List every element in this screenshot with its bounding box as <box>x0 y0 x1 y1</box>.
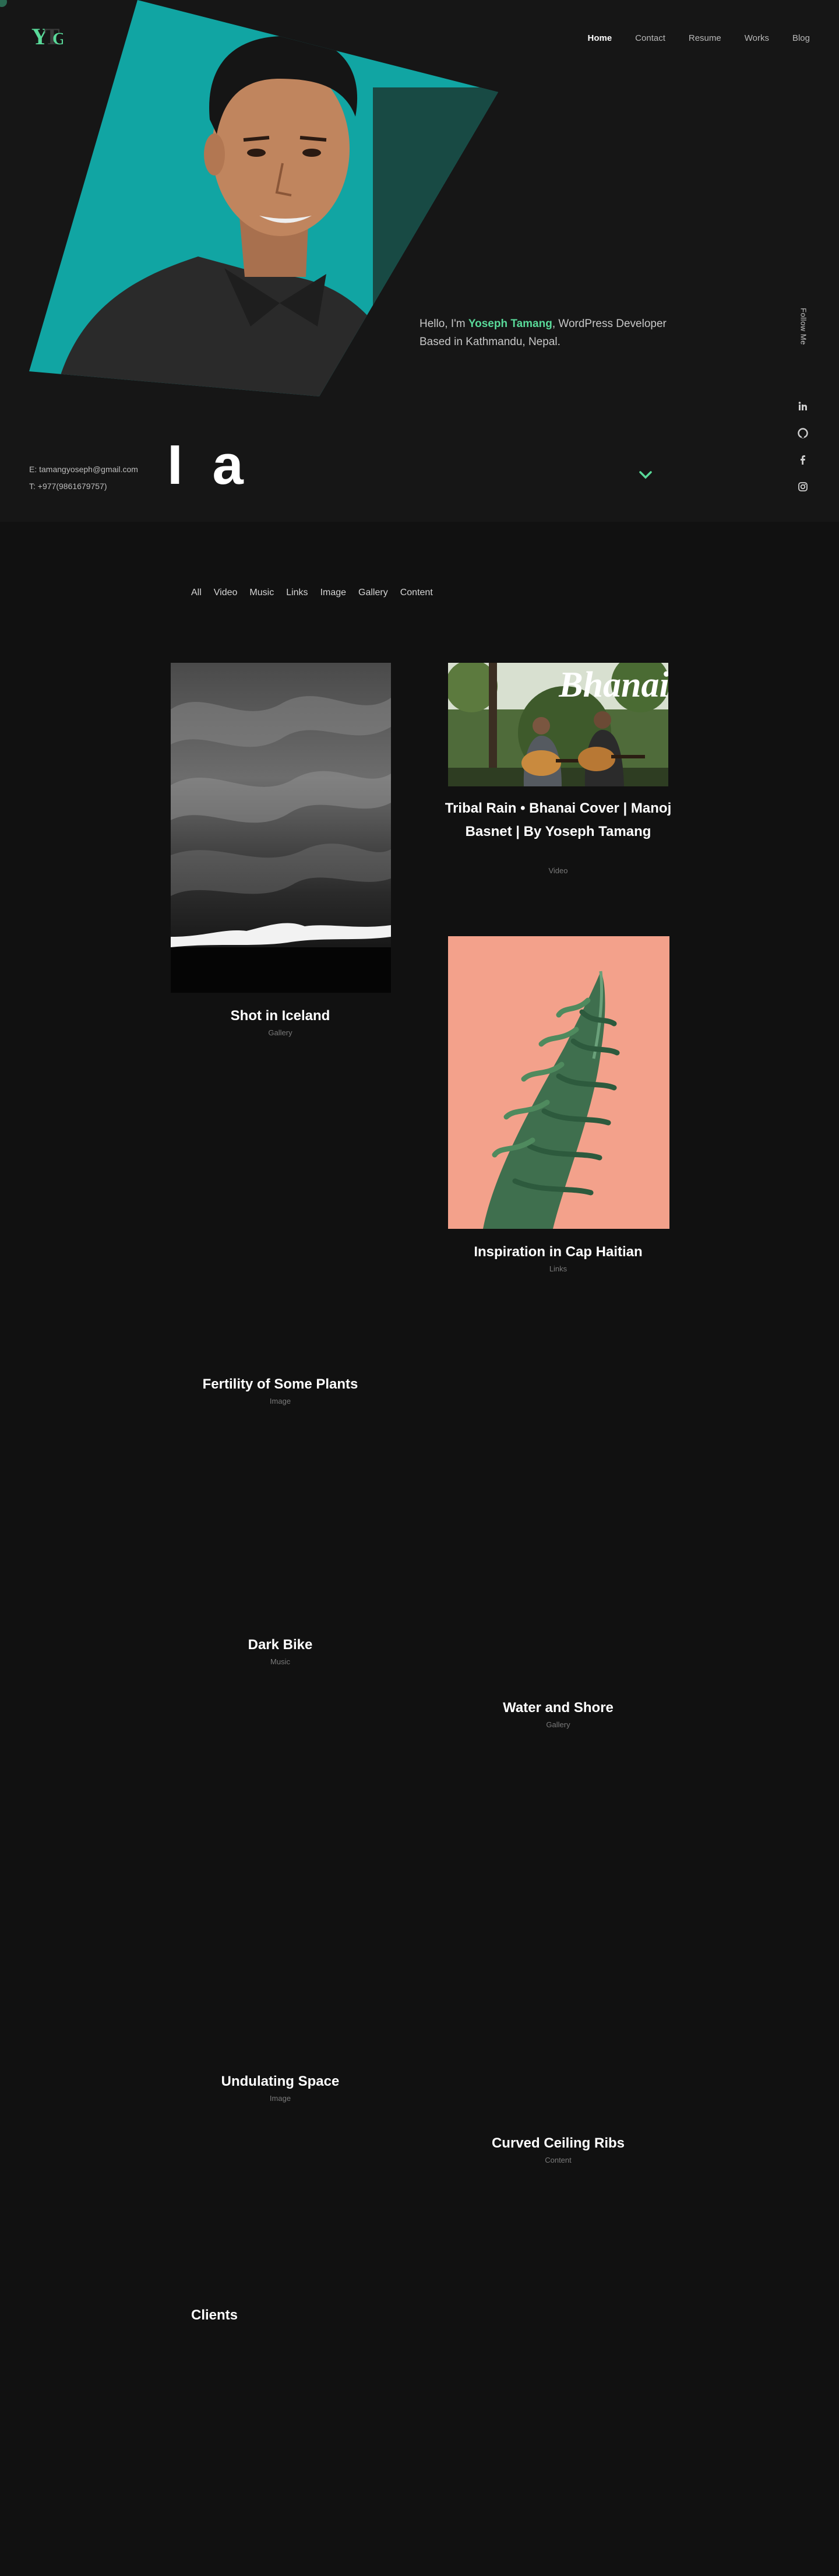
scroll-down-icon[interactable] <box>638 469 653 481</box>
nav-works[interactable]: Works <box>745 33 769 43</box>
work-category: Gallery <box>546 1720 570 1729</box>
intro-name: Yoseph Tamang <box>468 318 552 330</box>
work-category: Music <box>270 1657 290 1666</box>
follow-me-text: Follow Me <box>799 308 808 345</box>
nav-home[interactable]: Home <box>587 33 612 43</box>
facebook-icon[interactable] <box>796 454 809 466</box>
filter-image[interactable]: Image <box>320 588 346 598</box>
svg-text:G: G <box>52 29 63 48</box>
intro-prefix: Hello, I'm <box>420 318 468 330</box>
work-title[interactable]: Shot in Iceland <box>164 1004 397 1028</box>
filter-all[interactable]: All <box>191 588 202 598</box>
nav-resume[interactable]: Resume <box>689 33 721 43</box>
work-thumbnail-iceland[interactable] <box>171 663 391 993</box>
thumbnail-title-text: Bhanai <box>558 665 668 705</box>
filter-content[interactable]: Content <box>400 588 433 598</box>
linkedin-icon[interactable] <box>796 400 809 413</box>
hero-typed-text: I a <box>167 434 251 496</box>
github-icon[interactable] <box>796 427 809 440</box>
work-title[interactable]: Tribal Rain • Bhanai Cover | Manoj Basne… <box>442 797 675 844</box>
work-category: Links <box>549 1264 567 1273</box>
filter-gallery[interactable]: Gallery <box>358 588 388 598</box>
work-title[interactable]: Fertility of Some Plants <box>164 1373 397 1396</box>
work-title[interactable]: Inspiration in Cap Haitian <box>442 1240 675 1264</box>
work-category: Image <box>269 2094 291 2103</box>
portfolio-filters: All Video Music Links Image Gallery Cont… <box>191 588 433 598</box>
work-category: Content <box>545 2156 572 2164</box>
work-title[interactable]: Curved Ceiling Ribs <box>442 2132 675 2155</box>
work-category: Gallery <box>268 1028 292 1037</box>
filter-video[interactable]: Video <box>214 588 238 598</box>
hero-section: Y T G Home Contact Resume Works Blog Hel… <box>0 0 839 522</box>
work-category: Image <box>269 1397 291 1405</box>
contact-phone[interactable]: T: +977(9861679757) <box>29 482 107 491</box>
work-category: Video <box>548 866 568 875</box>
filter-music[interactable]: Music <box>249 588 274 598</box>
intro-text: Hello, I'm Yoseph Tamang, WordPress Deve… <box>420 315 693 351</box>
contact-email[interactable]: E: tamangyoseph@gmail.com <box>29 465 138 474</box>
work-thumbnail-bhanai[interactable]: Bhanai <box>448 663 668 786</box>
work-title[interactable]: Dark Bike <box>164 1633 397 1657</box>
main-nav: Home Contact Resume Works Blog <box>587 33 810 43</box>
work-thumbnail-cap-haitian[interactable] <box>448 936 669 1229</box>
work-title[interactable]: Undulating Space <box>164 2070 397 2093</box>
site-logo[interactable]: Y T G <box>31 22 63 48</box>
clients-heading: Clients <box>191 2307 238 2323</box>
work-title[interactable]: Water and Shore <box>442 1696 675 1720</box>
nav-contact[interactable]: Contact <box>635 33 665 43</box>
nav-blog[interactable]: Blog <box>792 33 810 43</box>
filter-links[interactable]: Links <box>286 588 308 598</box>
instagram-icon[interactable] <box>796 480 809 493</box>
